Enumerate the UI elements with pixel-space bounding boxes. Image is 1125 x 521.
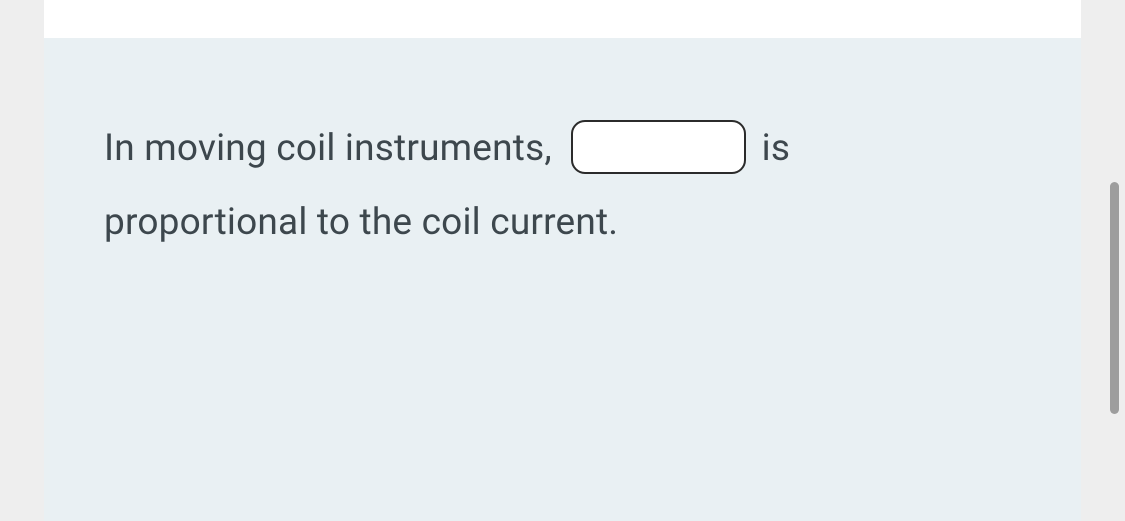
fill-blank-input[interactable] (571, 120, 746, 174)
question-text-after: proportional to the coil current. (104, 201, 618, 244)
question-text: In moving coil instruments, is proportio… (104, 112, 1021, 260)
question-text-middle: is (762, 127, 791, 170)
scrollbar-thumb[interactable] (1110, 182, 1119, 414)
white-top-band (44, 0, 1081, 38)
page-container: In moving coil instruments, is proportio… (44, 0, 1081, 521)
question-panel: In moving coil instruments, is proportio… (44, 38, 1081, 521)
question-text-before: In moving coil instruments, (104, 127, 552, 170)
